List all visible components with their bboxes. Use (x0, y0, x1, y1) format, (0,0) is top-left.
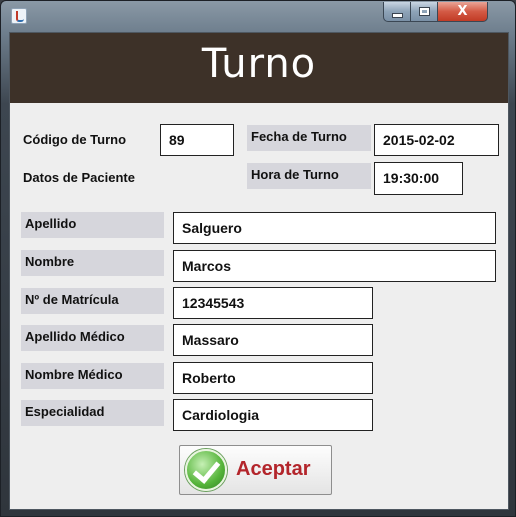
minimize-icon (391, 13, 403, 18)
page-title: Turno (201, 41, 317, 87)
nombre-medico-label: Nombre Médico (21, 363, 164, 389)
matricula-field[interactable]: 12345543 (173, 287, 373, 319)
check-icon (185, 449, 227, 491)
nombre-field[interactable]: Marcos (173, 250, 496, 282)
form-panel: Turno Código de Turno 89 Fecha de Turno … (9, 32, 509, 510)
aceptar-button[interactable]: Aceptar (179, 445, 332, 495)
window-frame: X Turno Código de Turno 89 Fecha de Turn… (0, 0, 516, 517)
java-app-icon[interactable] (11, 8, 27, 24)
codigo-turno-field[interactable]: 89 (160, 124, 234, 156)
hora-turno-label: Hora de Turno (247, 163, 371, 189)
close-icon: X (457, 4, 468, 19)
aceptar-button-label: Aceptar (236, 458, 311, 480)
fecha-turno-label: Fecha de Turno (247, 125, 371, 151)
apellido-medico-label: Apellido Médico (21, 325, 164, 351)
nombre-medico-field[interactable]: Roberto (173, 362, 373, 394)
fecha-turno-field[interactable]: 2015-02-02 (374, 124, 499, 156)
especialidad-field[interactable]: Cardiologia (173, 399, 373, 431)
datos-paciente-label: Datos de Paciente (23, 170, 135, 185)
nombre-label: Nombre (21, 250, 164, 276)
apellido-medico-field[interactable]: Massaro (173, 324, 373, 356)
especialidad-label: Especialidad (21, 400, 164, 426)
header-banner: Turno (10, 33, 508, 103)
hora-turno-field[interactable]: 19:30:00 (374, 162, 463, 195)
minimize-button[interactable] (383, 2, 411, 22)
codigo-turno-label: Código de Turno (23, 132, 127, 147)
matricula-label: Nº de Matrícula (21, 288, 164, 314)
title-bar[interactable]: X (1, 1, 515, 31)
maximize-button[interactable] (411, 2, 438, 22)
apellido-field[interactable]: Salguero (173, 212, 496, 244)
maximize-icon (418, 7, 430, 16)
apellido-label: Apellido (21, 212, 164, 238)
close-button[interactable]: X (438, 2, 488, 22)
